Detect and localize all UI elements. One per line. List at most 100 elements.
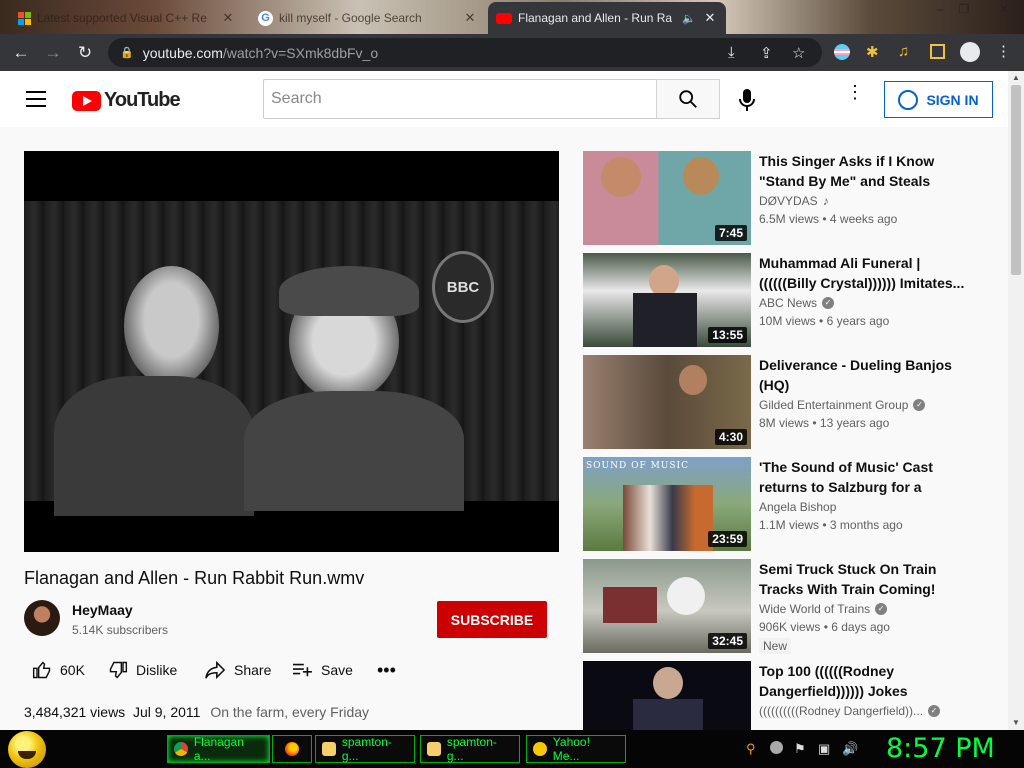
new-badge: New: [759, 638, 792, 654]
channel-avatar[interactable]: [24, 600, 60, 636]
profile-avatar-icon[interactable]: [960, 42, 980, 62]
upload-date: Jul 9, 2011: [132, 704, 201, 720]
volume-icon[interactable]: 🔊: [842, 741, 858, 757]
search-icon: [679, 90, 697, 108]
related-video[interactable]: SOUND OF MUSIC 23:59 'The Sound of Music…: [583, 457, 963, 551]
close-icon[interactable]: ✕: [702, 10, 718, 26]
windows-icon: [18, 11, 31, 25]
related-title: Deliverance - Dueling Banjos (HQ): [759, 357, 952, 393]
scrollbar-thumb[interactable]: [1011, 85, 1021, 275]
reload-button[interactable]: ↻: [69, 37, 101, 69]
microphone-icon: [739, 89, 755, 111]
related-views: 10M views: [759, 314, 816, 328]
video-thumbnail: 4:30: [583, 355, 751, 449]
bookmark-star-icon[interactable]: ☆: [792, 44, 805, 62]
share-button[interactable]: Share: [204, 659, 271, 681]
page-scrollbar[interactable]: ▲ ▼: [1008, 71, 1024, 730]
related-views: 1.1M views: [759, 518, 820, 532]
video-player[interactable]: BBC: [24, 151, 559, 552]
video-duration: 32:45: [708, 633, 747, 649]
browser-tab-strip: Latest supported Visual C++ Re ✕ G kill …: [0, 0, 1024, 34]
dislike-button[interactable]: Dislike: [108, 659, 177, 681]
share-label: Share: [234, 662, 272, 678]
close-icon[interactable]: ✕: [462, 10, 478, 26]
verified-icon: ✓: [875, 603, 888, 615]
related-title: Muhammad Ali Funeral | ((((((Billy Cryst…: [759, 255, 965, 291]
tab-title: Latest supported Visual C++ Re: [37, 11, 207, 25]
scroll-up-arrow-icon[interactable]: ▲: [1008, 71, 1024, 85]
dislike-label: Dislike: [136, 662, 178, 678]
subscribe-button[interactable]: SUBSCRIBE: [437, 601, 547, 638]
network-icon[interactable]: ▣: [818, 741, 830, 757]
related-title: Semi Truck Stuck On Train Tracks With Tr…: [759, 561, 937, 597]
browser-toolbar: ← → ↻ 🔒 youtube.com/watch?v=SXmk8dbFv_o …: [0, 34, 1024, 71]
related-video[interactable]: 7:45 This Singer Asks if I Know "Stand B…: [583, 151, 963, 245]
video-duration: 13:55: [708, 327, 747, 343]
window-close-button[interactable]: ✕: [992, 0, 1016, 18]
settings-kebab-icon[interactable]: ⋮: [846, 83, 864, 101]
like-button[interactable]: 60K: [32, 659, 85, 681]
verified-icon: ✓: [928, 705, 941, 717]
description-preview[interactable]: 3,484,321 views Jul 9, 2011 On the farm,…: [24, 704, 369, 720]
related-video[interactable]: Top 100 ((((((Rodney Dangerfield)))))) J…: [583, 661, 963, 730]
install-app-icon[interactable]: ⤓: [728, 44, 735, 61]
music-note-icon: ♪: [822, 194, 829, 208]
firefox-icon: [285, 742, 299, 756]
tab-google-search[interactable]: G kill myself - Google Search ✕: [250, 4, 486, 32]
taskbar-item-folder[interactable]: spamton-g...: [315, 735, 415, 763]
folder-icon: [427, 742, 441, 756]
minimize-button[interactable]: –: [928, 0, 952, 18]
taskbar-item-firefox[interactable]: [272, 735, 312, 763]
lock-icon: 🔒: [120, 47, 134, 59]
extension-flag-icon[interactable]: [834, 44, 850, 60]
video-thumbnail: SOUND OF MUSIC 23:59: [583, 457, 751, 551]
chrome-menu-icon[interactable]: ⋮: [996, 42, 1011, 60]
back-button[interactable]: ←: [5, 37, 37, 69]
media-controls-icon[interactable]: ♫: [898, 43, 909, 60]
folder-icon: [322, 742, 336, 756]
subscriber-count: 5.14K subscribers: [72, 623, 169, 637]
video-thumbnail: 13:55: [583, 253, 751, 347]
side-panel-icon[interactable]: [930, 44, 945, 59]
video-thumbnail: 32:45: [583, 559, 751, 653]
taskbar-item-yahoo-messenger[interactable]: Yahoo! Me...: [526, 735, 626, 763]
extensions-puzzle-icon[interactable]: ✱: [866, 43, 879, 61]
status-tray-icon[interactable]: [770, 741, 783, 754]
taskbar-item-folder[interactable]: spamton-g...: [420, 735, 520, 763]
action-center-flag-icon[interactable]: ⚑: [794, 741, 806, 757]
video-frame: BBC: [24, 201, 559, 516]
url-host: youtube.com: [142, 44, 223, 61]
more-actions-icon[interactable]: •••: [377, 659, 396, 681]
maximize-button[interactable]: ❐: [952, 0, 976, 18]
tab-youtube[interactable]: Flanagan and Allen - Run Ra 🔈 ✕: [488, 2, 726, 34]
share-icon[interactable]: ⇪: [760, 44, 773, 62]
sign-in-label: SIGN IN: [926, 91, 979, 108]
taskbar-clock[interactable]: 8:57 PM: [886, 733, 995, 764]
taskbar-item-chrome[interactable]: Flanagan a...: [167, 735, 270, 763]
related-video[interactable]: 13:55 Muhammad Ali Funeral | ((((((Billy…: [583, 253, 965, 347]
close-icon[interactable]: ✕: [220, 10, 236, 26]
youtube-logo[interactable]: YouTube: [72, 89, 181, 112]
bbc-microphone: BBC: [432, 251, 494, 323]
speaker-icon[interactable]: 🔈: [682, 12, 696, 25]
search-input[interactable]: [263, 79, 657, 119]
forward-button[interactable]: →: [37, 37, 69, 69]
related-channel: ABC News: [759, 296, 818, 310]
related-video[interactable]: 4:30 Deliverance - Dueling Banjos (HQ) G…: [583, 355, 963, 449]
save-label: Save: [321, 662, 353, 678]
windows-taskbar: Flanagan a... spamton-g... spamton-g... …: [0, 730, 1024, 768]
related-video[interactable]: 32:45 Semi Truck Stuck On Train Tracks W…: [583, 559, 963, 654]
scroll-down-arrow-icon[interactable]: ▼: [1008, 716, 1024, 730]
search-button[interactable]: [656, 79, 720, 119]
tab-visual-cpp[interactable]: Latest supported Visual C++ Re ✕: [10, 4, 244, 32]
tab-title: kill myself - Google Search: [279, 11, 422, 25]
channel-name[interactable]: HeyMaay: [72, 602, 133, 618]
address-bar[interactable]: 🔒 youtube.com/watch?v=SXmk8dbFv_o ⤓ ⇪ ☆: [108, 38, 822, 67]
related-age: 6 years ago: [826, 314, 890, 328]
sign-in-button[interactable]: SIGN IN: [884, 81, 993, 118]
search-tray-icon[interactable]: ⚲: [746, 741, 756, 757]
start-button-smiley-icon[interactable]: [8, 731, 46, 768]
menu-icon[interactable]: [26, 91, 46, 107]
save-button[interactable]: Save: [291, 659, 353, 681]
voice-search-button[interactable]: [733, 87, 761, 113]
